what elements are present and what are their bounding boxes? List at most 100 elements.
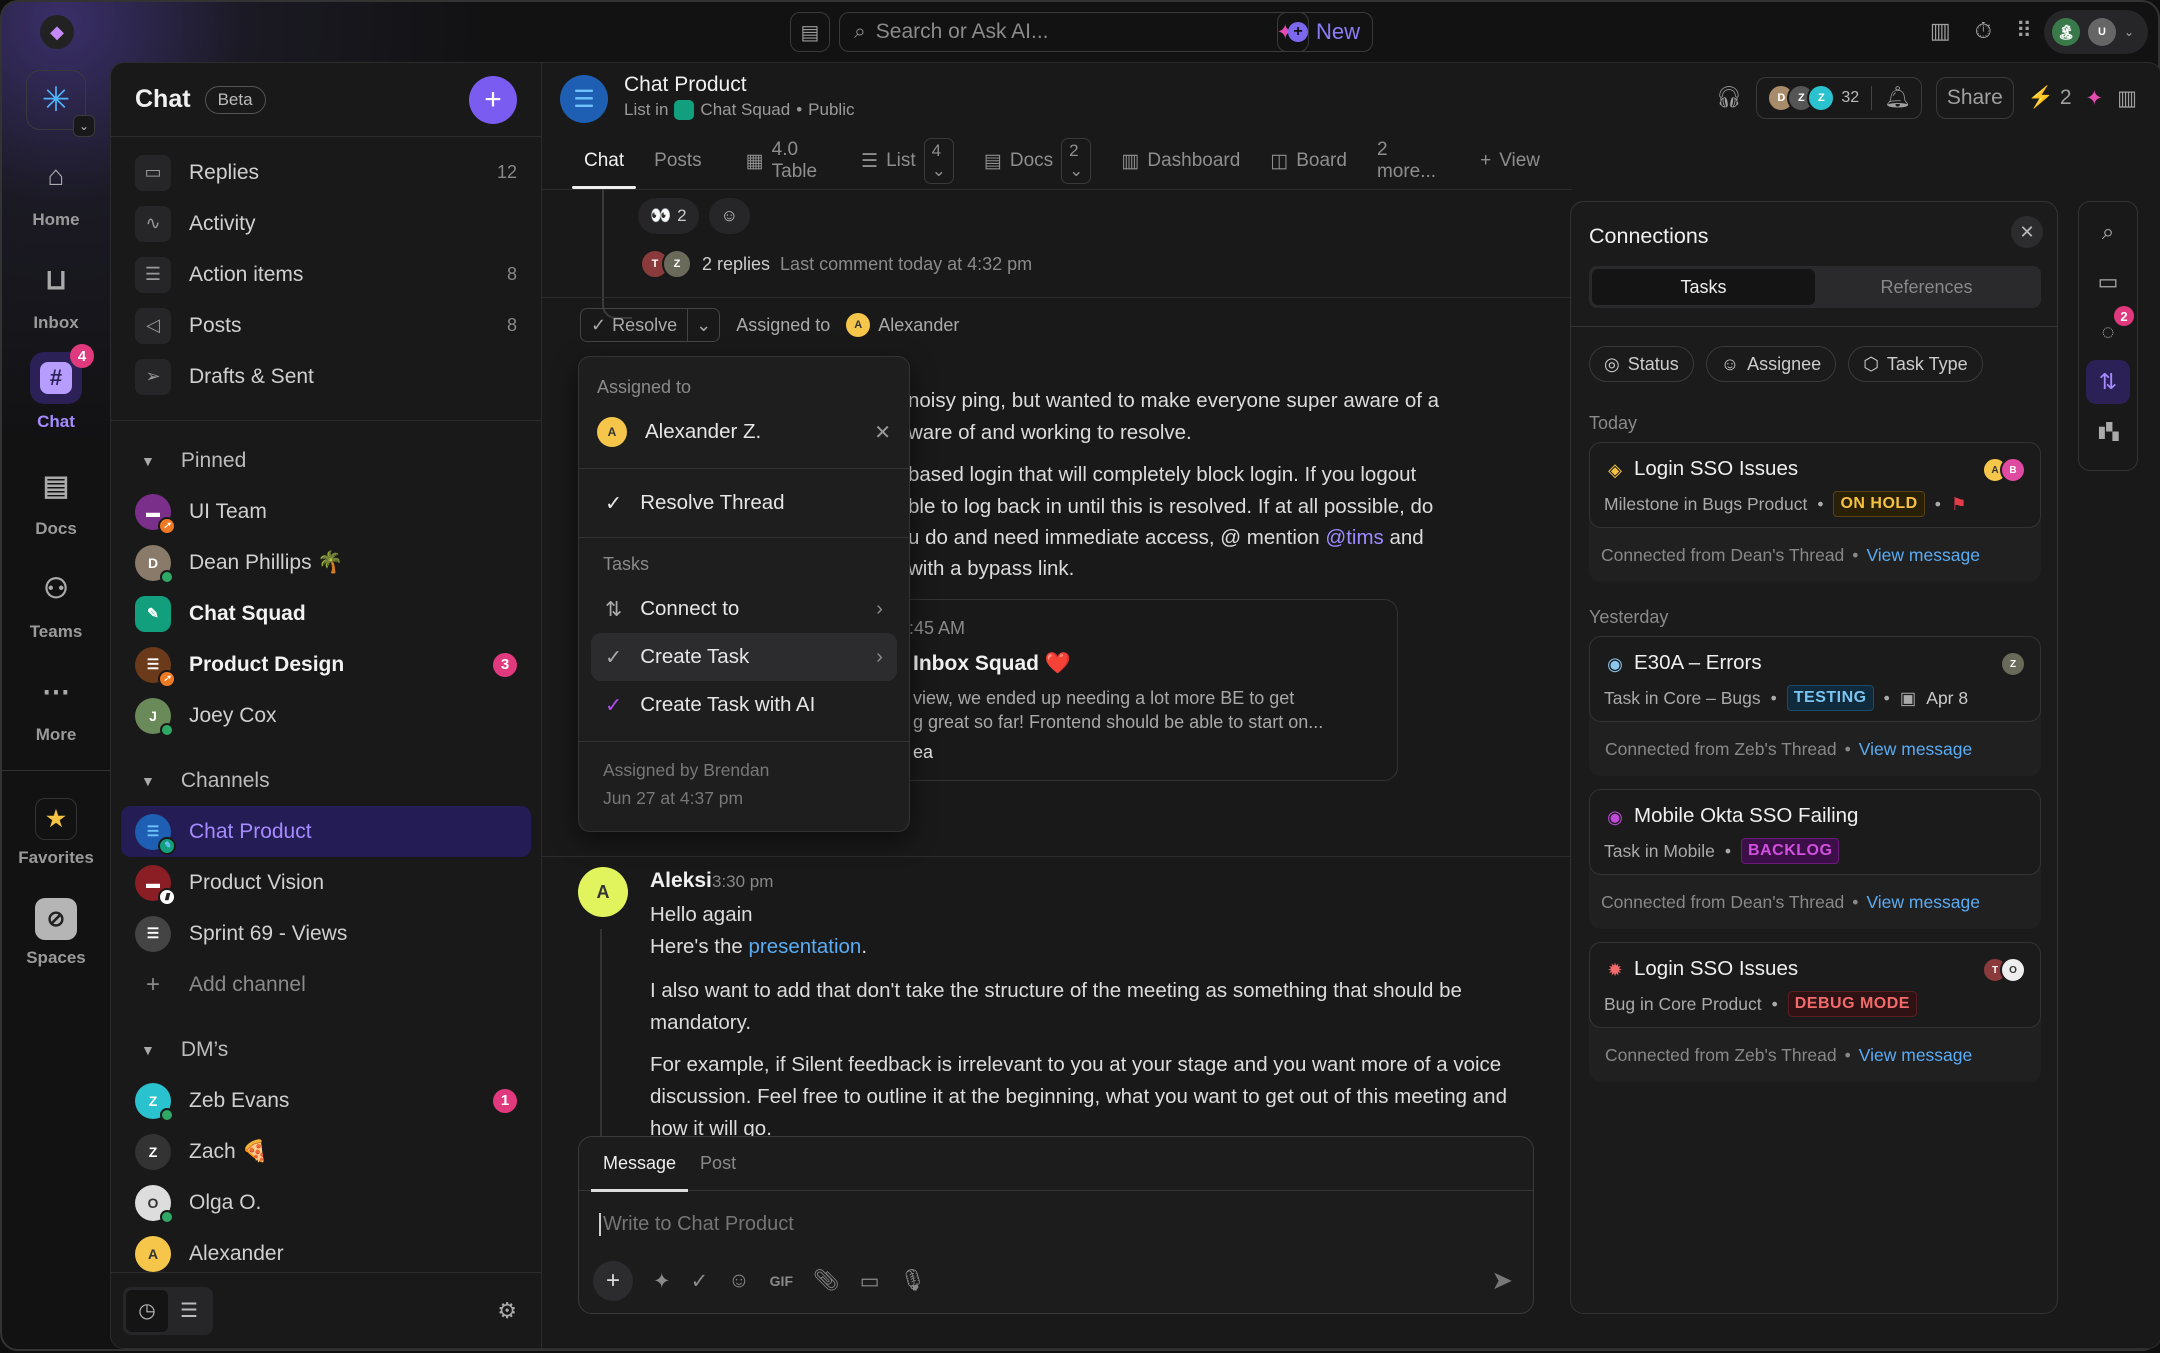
filter-status[interactable]: ◎Status (1589, 346, 1694, 382)
reaction-eyes[interactable]: 👀 2 (638, 198, 699, 234)
app-logo[interactable]: ◆ (40, 15, 74, 49)
rail-item-teams[interactable]: ⚇Teams (2, 562, 110, 642)
tab-references[interactable]: References (1815, 269, 2038, 305)
add-reaction-button[interactable]: ☺ (709, 198, 750, 234)
presentation-link[interactable]: presentation (749, 935, 862, 958)
list-count-dropdown[interactable]: 4 ⌄ (924, 138, 954, 184)
microphone-icon[interactable]: 🎙︎ (900, 1269, 927, 1293)
resolve-thread-item[interactable]: ✓Resolve Thread (591, 479, 897, 527)
tab-table[interactable]: ▦4.0 Table (734, 133, 829, 189)
thread-replies[interactable]: T Z 2 replies Last comment today at 4:32… (640, 249, 1032, 279)
view-message-link[interactable]: View message (1866, 545, 1980, 566)
status-badge[interactable]: DEBUG MODE (1788, 991, 1917, 1017)
integrations-icon[interactable]: ▮▚ (2086, 410, 2130, 454)
sidebar-item-action-items[interactable]: ☰Action items8 (111, 249, 541, 300)
ai-sparkle-icon[interactable]: ✦ (653, 1269, 671, 1294)
section-dms[interactable]: ▼DM’s (111, 1024, 541, 1075)
view-message-link[interactable]: View message (1859, 739, 1973, 760)
message-author[interactable]: Aleksi (650, 869, 712, 893)
status-badge[interactable]: BACKLOG (1741, 838, 1839, 864)
remove-assignee-icon[interactable]: ✕ (874, 420, 891, 445)
notepad-icon[interactable]: ▥ (1930, 18, 1951, 44)
paperclip-icon[interactable]: 📎︎ (813, 1269, 840, 1293)
dm-item-zach[interactable]: ZZach 🍕 (111, 1126, 541, 1177)
tab-more[interactable]: 2 more... (1365, 133, 1448, 189)
bell-icon[interactable]: 🔔︎ (1884, 86, 1911, 110)
rows-icon[interactable]: ☰ (168, 1290, 210, 1332)
resolve-dropdown-toggle[interactable]: ⌄ (687, 309, 719, 341)
task-card[interactable]: ◉ Mobile Okta SSO Failing Task in Mobile… (1589, 789, 2041, 929)
composer-tab-post[interactable]: Post (700, 1153, 736, 1174)
tab-chat[interactable]: Chat (572, 133, 636, 189)
pinned-item-chat-squad[interactable]: ✎Chat Squad (111, 588, 541, 639)
status-badge[interactable]: TESTING (1787, 685, 1874, 711)
assignee-row[interactable]: A Alexander Z. ✕ (591, 408, 897, 456)
dm-item-zeb-evans[interactable]: ZZeb Evans1 (111, 1075, 541, 1126)
ai-sparkle-icon[interactable]: ✦ (2086, 86, 2104, 111)
tab-posts[interactable]: Posts (642, 133, 714, 189)
dm-item-olga[interactable]: OOlga O. (111, 1177, 541, 1228)
create-task-item[interactable]: ✓Create Task› (591, 633, 897, 681)
apps-grid-icon[interactable]: ⠿ (2016, 18, 2032, 44)
calendar-button[interactable]: ▤ (790, 12, 830, 52)
tab-dashboard[interactable]: ▥Dashboard (1109, 133, 1252, 189)
section-channels[interactable]: ▼Channels (111, 755, 541, 806)
channel-item-sprint-69[interactable]: ☰Sprint 69 - Views (111, 908, 541, 959)
panel-toggle-icon[interactable]: ▥ (2117, 86, 2137, 111)
rail-item-home[interactable]: ⌂Home (2, 150, 110, 230)
pinned-item-ui-team[interactable]: ▬➚UI Team (111, 486, 541, 537)
section-pinned[interactable]: ▼Pinned (111, 435, 541, 486)
members-button[interactable]: D Z Z 32 🔔︎ (1756, 77, 1921, 119)
linked-post-card[interactable]: :45 AM Inbox Squad ❤️ view, we ended up … (862, 599, 1398, 781)
ai-agents-button[interactable]: ⚡ 2 (2028, 86, 2072, 110)
task-card[interactable]: ✹ Login SSO Issues TO Bug in Core Produc… (1589, 942, 2041, 1082)
filter-assignee[interactable]: ☺Assignee (1706, 346, 1836, 382)
video-icon[interactable]: ▭ (860, 1269, 880, 1294)
tab-list[interactable]: ☰List4 ⌄ (849, 133, 966, 189)
task-check-icon[interactable]: ◌2 (2086, 310, 2130, 354)
channel-item-chat-product[interactable]: ☰✎Chat Product (121, 806, 531, 857)
send-button[interactable]: ➤ (1491, 1265, 1513, 1296)
sidebar-item-replies[interactable]: ▭Replies12 (111, 147, 541, 198)
docs-count-dropdown[interactable]: 2 ⌄ (1061, 138, 1091, 184)
tab-tasks[interactable]: Tasks (1592, 269, 1815, 305)
create-task-ai-item[interactable]: ✓Create Task with AI (591, 681, 897, 729)
resolve-button[interactable]: ✓Resolve ⌄ (580, 308, 720, 342)
task-card[interactable]: ◈ Login SSO Issues AB Milestone in Bugs … (1589, 442, 2041, 582)
pinned-item-joey-cox[interactable]: JJoey Cox (111, 690, 541, 741)
filter-task-type[interactable]: ⬡Task Type (1848, 346, 1982, 382)
sidebar-item-posts[interactable]: ◁Posts8 (111, 300, 541, 351)
comment-icon[interactable]: ▭ (2086, 260, 2130, 304)
clock-icon[interactable]: ◷ (126, 1290, 168, 1332)
breadcrumb-space-link[interactable]: Chat Squad (700, 100, 790, 120)
gif-icon[interactable]: GIF (770, 1273, 793, 1289)
new-chat-button[interactable]: + (469, 76, 517, 124)
attach-plus-button[interactable]: + (593, 1261, 633, 1301)
add-channel-button[interactable]: +Add channel (111, 959, 541, 1010)
search-input[interactable]: ⌕ Search or Ask AI... ✦ (839, 12, 1309, 52)
new-button[interactable]: + New (1277, 12, 1373, 52)
rail-item-more[interactable]: ⋯More (2, 665, 110, 745)
rail-item-inbox[interactable]: ⊔Inbox (2, 253, 110, 333)
share-button[interactable]: Share (1936, 77, 2014, 119)
rail-item-docs[interactable]: ▤Docs (2, 459, 110, 539)
rail-item-favorites[interactable]: ★Favorites (2, 798, 110, 868)
workspace-switcher[interactable]: ✳⌄ (26, 70, 86, 130)
timer-icon[interactable]: ⏱ (1975, 18, 1992, 44)
search-icon[interactable]: ⌕ (2086, 210, 2130, 254)
add-view-button[interactable]: +View (1468, 133, 1552, 189)
assignee-name[interactable]: Alexander (878, 315, 959, 336)
sidebar-item-drafts-sent[interactable]: ➢Drafts & Sent (111, 351, 541, 402)
sidebar-item-activity[interactable]: ∿Activity (111, 198, 541, 249)
pinned-item-product-design[interactable]: ☰➚Product Design3 (111, 639, 541, 690)
headphones-icon[interactable]: 🎧︎ (1716, 86, 1743, 110)
connect-to-item[interactable]: ⇅Connect to› (591, 585, 897, 633)
channel-item-product-vision[interactable]: ▬▮Product Vision (111, 857, 541, 908)
view-message-link[interactable]: View message (1859, 1045, 1973, 1066)
close-icon[interactable]: ✕ (2011, 216, 2043, 248)
mention-link[interactable]: @tims (1325, 526, 1383, 549)
pinned-item-dean-phillips[interactable]: DDean Phillips 🌴 (111, 537, 541, 588)
tab-docs[interactable]: ▤Docs2 ⌄ (972, 133, 1103, 189)
message-input[interactable] (599, 1213, 1499, 1236)
user-menu[interactable]: 🏝 U ⌄ (2044, 10, 2148, 54)
